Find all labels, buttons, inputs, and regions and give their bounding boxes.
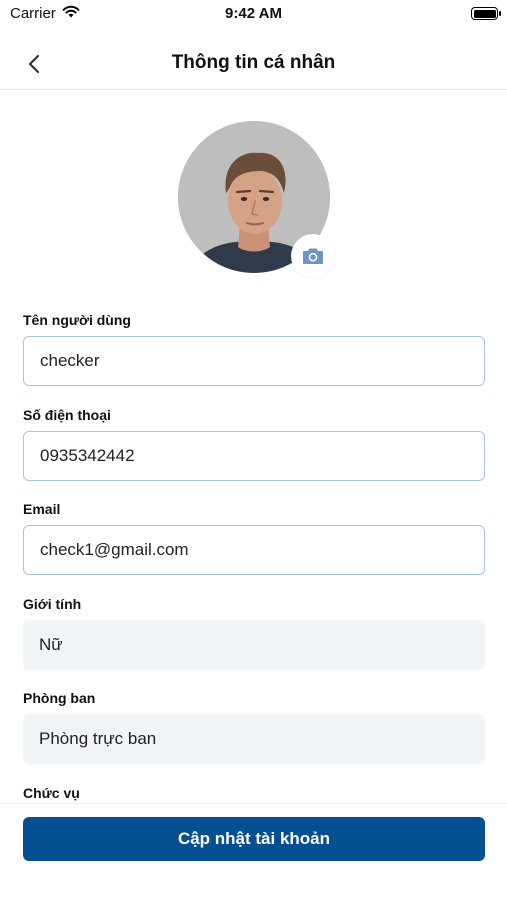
department-group: Phòng ban Phòng trực ban [23,688,485,783]
gender-value: Nữ [23,619,485,670]
phone-label: Số điện thoại [23,406,111,423]
footer: Cập nhật tài khoản [0,803,507,900]
status-bar: Carrier 9:42 AM [0,0,507,28]
update-account-button[interactable]: Cập nhật tài khoản [23,817,485,861]
username-label: Tên người dùng [23,312,131,328]
gender-label: Giới tính [23,595,82,612]
email-group: Email check1@gmail.com [23,499,485,594]
phone-group: Số điện thoại 0935342442 [23,405,485,500]
department-label: Phòng ban [23,690,96,706]
profile-form: Tên người dùng checker Số điện thoại 093… [23,310,485,803]
email-input[interactable]: check1@gmail.com [23,525,485,575]
username-input[interactable]: checker [23,336,485,386]
department-value: Phòng trực ban [23,714,485,764]
profile-screen: Carrier 9:42 AM Thông tin cá nhân Tên ng… [0,0,507,900]
position-group: Chức vụ [23,783,485,804]
camera-icon [303,248,323,264]
position-label: Chức vụ [23,784,80,801]
page-title: Thông tin cá nhân [171,52,336,73]
username-group: Tên người dùng checker [23,310,485,405]
battery-icon [471,7,501,20]
nav-bar: Thông tin cá nhân [0,38,507,90]
gender-group: Giới tính Nữ [23,594,485,689]
email-label: Email [23,501,61,517]
change-avatar-button[interactable] [291,234,335,278]
phone-input[interactable]: 0935342442 [23,430,485,481]
status-time: 9:42 AM [225,5,282,22]
